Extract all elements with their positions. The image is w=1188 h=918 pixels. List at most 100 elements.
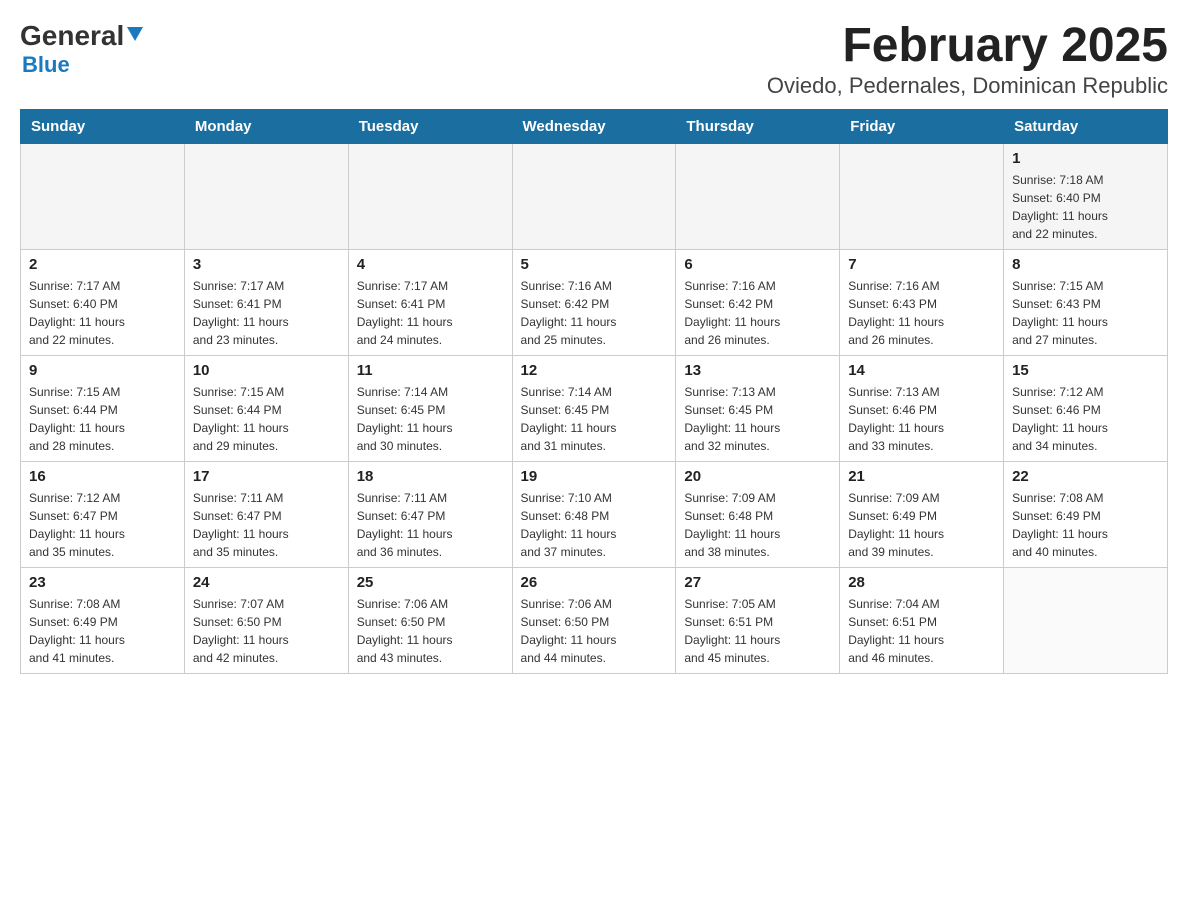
calendar-cell: 4 Sunrise: 7:17 AMSunset: 6:41 PMDaylight… [348,249,512,355]
day-number: 24 [193,574,340,591]
calendar-cell: 26 Sunrise: 7:06 AMSunset: 6:50 PMDayligh… [512,567,676,673]
calendar-week-row: 1 Sunrise: 7:18 AMSunset: 6:40 PMDaylight… [21,143,1168,249]
day-info: Sunrise: 7:06 AMSunset: 6:50 PMDaylight:… [357,595,504,667]
calendar-cell: 2 Sunrise: 7:17 AMSunset: 6:40 PMDaylight… [21,249,185,355]
day-number: 25 [357,574,504,591]
day-number: 12 [521,362,668,379]
logo-general-text: General [20,20,124,52]
calendar-cell: 23Sunrise: 7:08 AMSunset: 6:49 PMDayligh… [21,567,185,673]
calendar-cell: 10 Sunrise: 7:15 AMSunset: 6:44 PMDayligh… [184,355,348,461]
day-number: 10 [193,362,340,379]
calendar-cell: 18 Sunrise: 7:11 AMSunset: 6:47 PMDayligh… [348,461,512,567]
day-info: Sunrise: 7:09 AMSunset: 6:48 PMDaylight:… [684,489,831,561]
day-info: Sunrise: 7:08 AMSunset: 6:49 PMDaylight:… [29,595,176,667]
day-number: 1 [1012,150,1159,167]
day-info: Sunrise: 7:18 AMSunset: 6:40 PMDaylight:… [1012,171,1159,243]
day-number: 15 [1012,362,1159,379]
day-info: Sunrise: 7:04 AMSunset: 6:51 PMDaylight:… [848,595,995,667]
calendar-cell: 13 Sunrise: 7:13 AMSunset: 6:45 PMDayligh… [676,355,840,461]
day-number: 6 [684,256,831,273]
day-number: 11 [357,362,504,379]
day-number: 2 [29,256,176,273]
day-info: Sunrise: 7:17 AMSunset: 6:41 PMDaylight:… [357,277,504,349]
day-number: 16 [29,468,176,485]
calendar-cell: 5Sunrise: 7:16 AMSunset: 6:42 PMDaylight… [512,249,676,355]
calendar-cell: 9 Sunrise: 7:15 AMSunset: 6:44 PMDaylight… [21,355,185,461]
day-info: Sunrise: 7:14 AMSunset: 6:45 PMDaylight:… [521,383,668,455]
day-number: 13 [684,362,831,379]
calendar-cell: 11 Sunrise: 7:14 AMSunset: 6:45 PMDayligh… [348,355,512,461]
calendar-cell: 7 Sunrise: 7:16 AMSunset: 6:43 PMDaylight… [840,249,1004,355]
col-wednesday: Wednesday [512,109,676,143]
page-title: February 2025 [767,20,1168,73]
day-number: 4 [357,256,504,273]
day-number: 18 [357,468,504,485]
col-thursday: Thursday [676,109,840,143]
day-info: Sunrise: 7:11 AMSunset: 6:47 PMDaylight:… [357,489,504,561]
calendar-cell: 27 Sunrise: 7:05 AMSunset: 6:51 PMDayligh… [676,567,840,673]
logo-arrow-icon [127,27,143,46]
calendar-cell: 12 Sunrise: 7:14 AMSunset: 6:45 PMDayligh… [512,355,676,461]
day-info: Sunrise: 7:15 AMSunset: 6:44 PMDaylight:… [193,383,340,455]
calendar-cell: 15 Sunrise: 7:12 AMSunset: 6:46 PMDayligh… [1004,355,1168,461]
calendar-cell [1004,567,1168,673]
day-number: 19 [521,468,668,485]
day-info: Sunrise: 7:10 AMSunset: 6:48 PMDaylight:… [521,489,668,561]
day-info: Sunrise: 7:17 AMSunset: 6:41 PMDaylight:… [193,277,340,349]
title-block: February 2025 Oviedo, Pedernales, Domini… [767,20,1168,99]
calendar-cell: 17 Sunrise: 7:11 AMSunset: 6:47 PMDayligh… [184,461,348,567]
calendar-header-row: Sunday Monday Tuesday Wednesday Thursday… [21,109,1168,143]
col-friday: Friday [840,109,1004,143]
day-info: Sunrise: 7:08 AMSunset: 6:49 PMDaylight:… [1012,489,1159,561]
day-number: 21 [848,468,995,485]
calendar-cell [21,143,185,249]
calendar-cell: 19 Sunrise: 7:10 AMSunset: 6:48 PMDayligh… [512,461,676,567]
day-info: Sunrise: 7:16 AMSunset: 6:42 PMDaylight:… [684,277,831,349]
day-number: 17 [193,468,340,485]
day-info: Sunrise: 7:13 AMSunset: 6:46 PMDaylight:… [848,383,995,455]
calendar-cell: 20 Sunrise: 7:09 AMSunset: 6:48 PMDayligh… [676,461,840,567]
day-number: 26 [521,574,668,591]
calendar-cell: 24 Sunrise: 7:07 AMSunset: 6:50 PMDayligh… [184,567,348,673]
calendar-cell: 6 Sunrise: 7:16 AMSunset: 6:42 PMDaylight… [676,249,840,355]
day-number: 20 [684,468,831,485]
day-info: Sunrise: 7:15 AMSunset: 6:43 PMDaylight:… [1012,277,1159,349]
day-info: Sunrise: 7:17 AMSunset: 6:40 PMDaylight:… [29,277,176,349]
day-number: 7 [848,256,995,273]
calendar-cell: 8 Sunrise: 7:15 AMSunset: 6:43 PMDaylight… [1004,249,1168,355]
day-number: 3 [193,256,340,273]
day-number: 9 [29,362,176,379]
logo: General Blue [20,20,143,78]
day-info: Sunrise: 7:05 AMSunset: 6:51 PMDaylight:… [684,595,831,667]
calendar-cell: 28 Sunrise: 7:04 AMSunset: 6:51 PMDayligh… [840,567,1004,673]
page-subtitle: Oviedo, Pedernales, Dominican Republic [767,73,1168,99]
day-info: Sunrise: 7:09 AMSunset: 6:49 PMDaylight:… [848,489,995,561]
col-sunday: Sunday [21,109,185,143]
col-tuesday: Tuesday [348,109,512,143]
day-info: Sunrise: 7:07 AMSunset: 6:50 PMDaylight:… [193,595,340,667]
day-number: 22 [1012,468,1159,485]
day-number: 27 [684,574,831,591]
day-number: 5 [521,256,668,273]
day-number: 14 [848,362,995,379]
day-number: 8 [1012,256,1159,273]
col-monday: Monday [184,109,348,143]
day-info: Sunrise: 7:16 AMSunset: 6:43 PMDaylight:… [848,277,995,349]
calendar-cell [840,143,1004,249]
day-info: Sunrise: 7:06 AMSunset: 6:50 PMDaylight:… [521,595,668,667]
calendar-cell [512,143,676,249]
day-number: 28 [848,574,995,591]
day-info: Sunrise: 7:14 AMSunset: 6:45 PMDaylight:… [357,383,504,455]
calendar-cell: 21 Sunrise: 7:09 AMSunset: 6:49 PMDayligh… [840,461,1004,567]
day-info: Sunrise: 7:12 AMSunset: 6:46 PMDaylight:… [1012,383,1159,455]
calendar-week-row: 2 Sunrise: 7:17 AMSunset: 6:40 PMDaylight… [21,249,1168,355]
calendar-cell: 1 Sunrise: 7:18 AMSunset: 6:40 PMDaylight… [1004,143,1168,249]
page-header: General Blue February 2025 Oviedo, Peder… [20,20,1168,99]
day-info: Sunrise: 7:15 AMSunset: 6:44 PMDaylight:… [29,383,176,455]
day-info: Sunrise: 7:13 AMSunset: 6:45 PMDaylight:… [684,383,831,455]
calendar-cell [676,143,840,249]
logo-blue-text: Blue [22,52,70,77]
calendar-cell: 14 Sunrise: 7:13 AMSunset: 6:46 PMDayligh… [840,355,1004,461]
day-info: Sunrise: 7:11 AMSunset: 6:47 PMDaylight:… [193,489,340,561]
calendar-table: Sunday Monday Tuesday Wednesday Thursday… [20,109,1168,674]
